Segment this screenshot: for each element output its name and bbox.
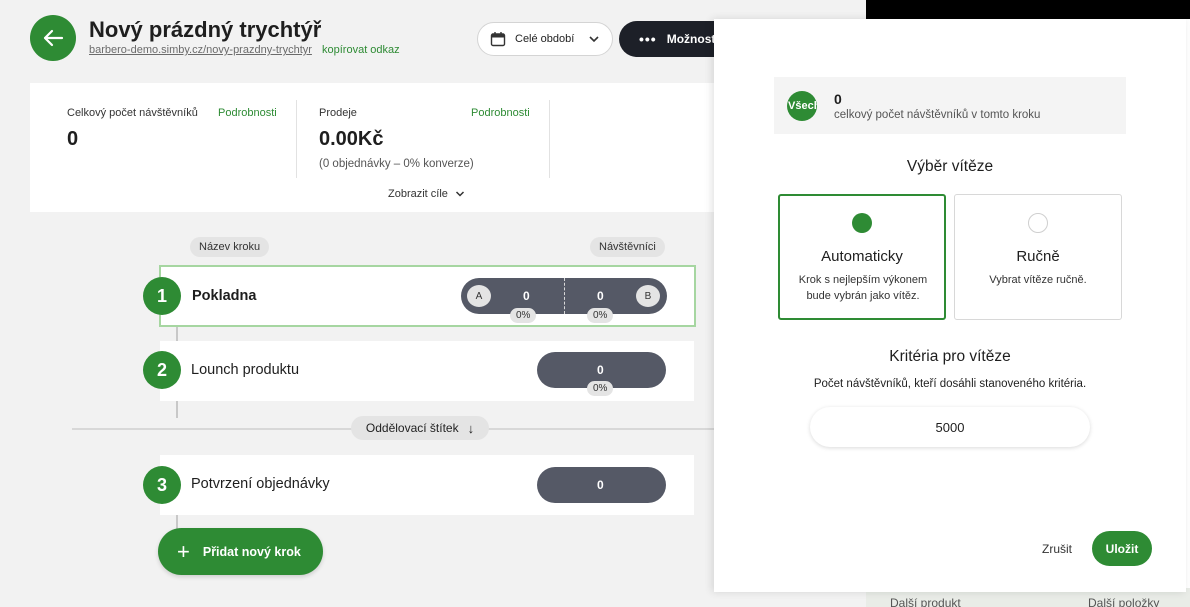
back-button[interactable] <box>30 15 76 61</box>
step-name: Lounch produktu <box>191 362 300 378</box>
arrow-left-icon <box>43 29 64 47</box>
show-goals-button[interactable]: Zobrazit cíle <box>388 188 465 200</box>
connector-line <box>176 327 178 341</box>
variant-a-badge: A <box>467 285 491 307</box>
radio-selected[interactable] <box>852 213 872 233</box>
winner-automatic-option[interactable]: Automaticky Krok s nejlepším výkonem bud… <box>778 194 946 320</box>
divider <box>549 100 550 178</box>
criteria-title: Kritéria pro vítěze <box>889 348 1011 365</box>
variant-a-visitors: 0 <box>523 289 530 303</box>
save-button[interactable]: Uložit <box>1092 531 1152 566</box>
step-name: Potvrzení objednávky <box>191 476 330 492</box>
ab-test-visitors[interactable]: A 0 0 B <box>461 278 667 314</box>
arrow-down-icon: ↓ <box>467 420 475 436</box>
visitors-label: Celkový počet návštěvníků <box>67 107 198 119</box>
sales-label: Prodeje <box>319 107 357 119</box>
option-title: Ručně <box>1016 248 1060 265</box>
funnel-url-link[interactable]: barbero-demo.simby.cz/novy-prazdny-trych… <box>89 44 312 56</box>
stats-card: Celkový počet návštěvníků Podrobnosti 0 … <box>30 83 720 212</box>
step-visitors-card: Všech 0 celkový počet návštěvníků v tomt… <box>774 77 1126 134</box>
show-goals-label: Zobrazit cíle <box>388 188 448 200</box>
options-button[interactable]: ••• Možnosti <box>619 21 729 57</box>
cancel-button[interactable]: Zrušit <box>1042 542 1072 556</box>
separator-label: Oddělovací štítek <box>365 421 459 435</box>
step-visitors-value: 0 <box>597 478 604 492</box>
funnel-step-2[interactable]: Lounch produktu 0 0% <box>160 341 694 401</box>
funnel-step-1[interactable]: Pokladna A 0 0 B 0% 0% <box>159 265 696 327</box>
funnel-step-3[interactable]: Potvrzení objednávky 0 <box>160 455 694 515</box>
more-dots-icon: ••• <box>639 31 657 47</box>
variant-b-badge: B <box>636 285 660 307</box>
column-visitors: Návštěvníci <box>590 237 665 257</box>
option-desc: Krok s nejlepším výkonem bude vybrán jak… <box>798 274 928 302</box>
visitors-value: 0 <box>67 128 79 150</box>
step-number-1: 1 <box>143 277 181 315</box>
period-label: Celé období <box>515 33 575 45</box>
variant-b-visitors: 0 <box>597 289 604 303</box>
step-visitors-count: 0 <box>834 91 842 107</box>
visitors-details-link[interactable]: Podrobnosti <box>218 107 277 119</box>
add-step-button[interactable]: + Přidat nový krok <box>158 528 323 575</box>
option-desc: Vybrat vítěze ručně. <box>989 274 1087 286</box>
option-title: Automaticky <box>821 248 903 265</box>
next-items-label: Další položky <box>1088 596 1160 607</box>
criteria-desc: Počet návštěvníků, kteří dosáhli stanove… <box>813 378 1087 390</box>
chevron-down-icon <box>455 191 464 197</box>
divider <box>296 100 297 178</box>
period-select[interactable]: Celé období <box>477 22 613 56</box>
variant-b-percent: 0% <box>587 308 614 323</box>
separator-tag[interactable]: Oddělovací štítek ↓ <box>351 416 489 440</box>
winner-manual-option[interactable]: Ručně Vybrat vítěze ručně. <box>954 194 1122 320</box>
variant-separator <box>564 278 565 314</box>
winner-settings-panel: Všech 0 celkový počet návštěvníků v tomt… <box>714 19 1186 592</box>
step-percent: 0% <box>587 381 614 396</box>
copy-link-button[interactable]: kopírovat odkaz <box>322 44 400 56</box>
step-visitors[interactable]: 0 <box>537 467 666 503</box>
top-bar <box>866 0 1190 19</box>
step-name: Pokladna <box>192 288 257 304</box>
winner-selection-title: Výběr vítěze <box>906 158 994 175</box>
chevron-down-icon <box>589 36 599 43</box>
step-visitors-value: 0 <box>597 363 604 377</box>
criteria-input[interactable] <box>810 407 1090 447</box>
all-variants-avatar: Všech <box>787 91 817 121</box>
calendar-icon <box>490 32 506 47</box>
column-step-name: Název kroku <box>190 237 270 257</box>
step-visitors-desc: celkový počet návštěvníků v tomto kroku <box>834 109 1041 121</box>
sales-details-link[interactable]: Podrobnosti <box>471 107 530 119</box>
next-product-label: Další produkt <box>890 596 961 607</box>
step-number-3: 3 <box>143 466 181 504</box>
sales-subtext: (0 objednávky – 0% konverze) <box>319 158 474 170</box>
plus-icon: + <box>177 538 190 564</box>
variant-a-percent: 0% <box>510 308 537 323</box>
connector-line <box>176 400 178 418</box>
options-label: Možnosti <box>666 32 719 46</box>
page-title: Nový prázdný trychtýř <box>89 17 322 42</box>
radio-unselected[interactable] <box>1028 213 1048 233</box>
sales-value: 0.00Kč <box>319 128 384 150</box>
step-number-2: 2 <box>143 351 181 389</box>
add-step-label: Přidat nový krok <box>202 544 301 559</box>
